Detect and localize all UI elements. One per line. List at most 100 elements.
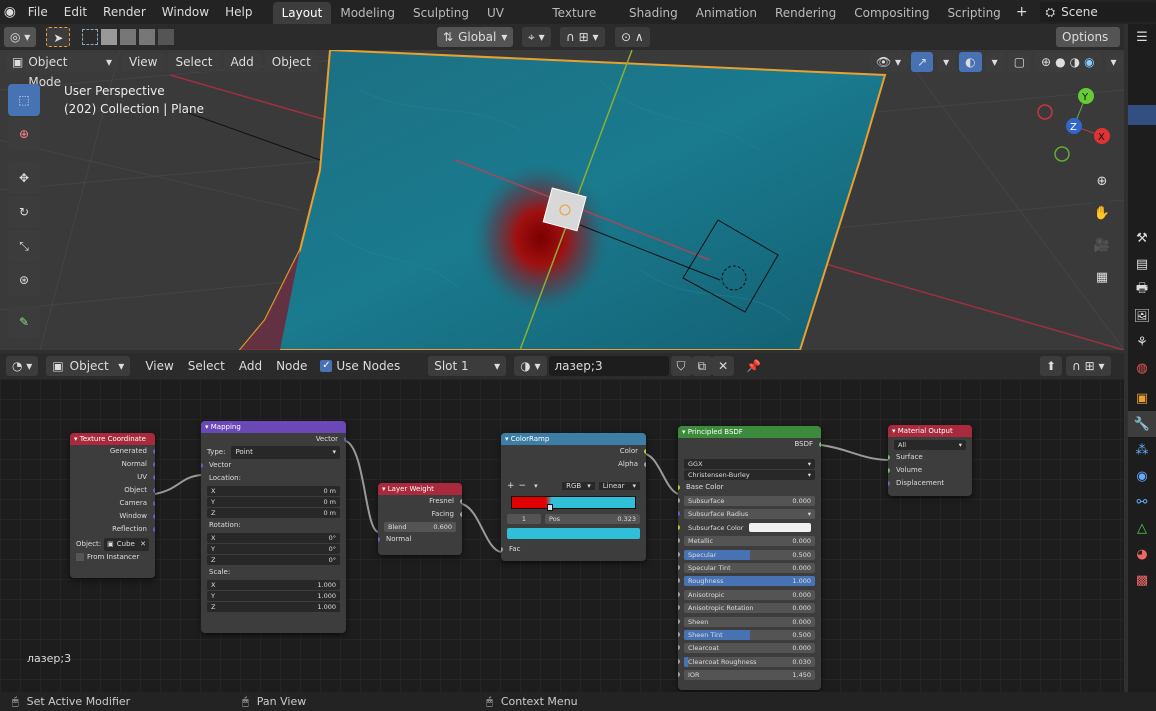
fake-user-icon[interactable]: ⛉ [670,356,692,376]
bsdf-field[interactable]: Anisotropic Rotation 0.000 [684,603,815,614]
render-props-icon[interactable]: ▤ [1128,251,1156,277]
rotate-tool-icon[interactable]: ↻ [8,196,40,228]
node-menu-add[interactable]: Add [232,356,269,376]
editor-type-icon[interactable]: ◎ ▾ [4,27,37,47]
viewport-menu-view[interactable]: View [122,52,165,72]
node-texture-coordinate[interactable]: ▾ Texture Coordinate Generated Normal UV… [70,433,155,578]
tab-sculpting[interactable]: Sculpting [404,2,478,24]
constraints-props-icon[interactable]: ⚯ [1128,489,1156,515]
scene-selector[interactable]: ⛭ Scene [1039,2,1156,22]
node-layer-weight[interactable]: ▾ Layer Weight Fresnel Facing Blend 0.600… [378,483,462,555]
bsdf-field[interactable]: Specular Tint 0.000 [684,562,815,573]
overlay-toggle-icon[interactable]: ◐ [959,52,982,72]
overlay-dropdown-icon[interactable]: ▾ [985,52,1004,72]
annotate-tool-icon[interactable]: ✎ [8,306,40,338]
scene-props-icon[interactable]: ⚘ [1128,329,1156,355]
interpolation-dropdown[interactable]: Linear ▾ [598,482,640,490]
node-editor-type-icon[interactable]: ◔ ▾ [6,356,39,376]
distribution-dropdown[interactable]: GGX ▾ [684,459,815,469]
unlink-material-icon[interactable]: ✕ [712,356,735,376]
pin-icon[interactable]: 📌 [746,359,761,373]
3d-viewport[interactable]: User Perspective (202) Collection | Plan… [0,50,1124,350]
bsdf-field[interactable]: Metallic 0.000 [684,536,815,547]
rotation-x-field[interactable]: X 0° [207,533,340,543]
node-colorramp[interactable]: ▾ ColorRamp Color Alpha + − ▾ RGB ▾ Linea… [501,433,646,561]
stop-pos-field[interactable]: Pos 0.323 [545,514,640,524]
type-row[interactable]: Type: Point ▾ [201,446,346,459]
shading-dropdown-icon[interactable]: ▾ [1104,52,1123,72]
rotation-z-field[interactable]: Z 0° [207,555,340,565]
menu-render[interactable]: Render [95,0,154,24]
bsdf-field[interactable]: Roughness 1.000 [684,576,815,587]
bsdf-field[interactable]: IOR 1.450 [684,670,815,681]
node-mapping[interactable]: ▾ Mapping Vector Type: Point ▾ Vector Loca… [201,421,346,633]
from-instancer-checkbox[interactable]: From Instancer [70,551,155,564]
add-stop-button[interactable]: + [507,481,515,491]
location-z-field[interactable]: Z0 m [207,508,340,518]
view-layer-icon[interactable]: 🖼 [1128,303,1156,329]
tab-animation[interactable]: Animation [687,2,766,24]
scale-x-field[interactable]: X 1.000 [207,580,340,590]
tab-texture-paint[interactable]: Texture Paint [543,2,620,42]
parent-node-icon[interactable]: ⬆ [1040,356,1063,376]
object-mode-dropdown[interactable]: ▣ Object Mode ▾ [6,52,118,89]
node-material-output[interactable]: ▾ Material Output All ▾ Surface Volume Di… [888,425,972,496]
ortho-grid-icon[interactable]: ▦ [1088,264,1116,290]
blend-field[interactable]: Blend 0.600 [384,522,456,532]
bsdf-field[interactable]: Clearcoat 0.000 [684,643,815,654]
scale-y-field[interactable]: Y 1.000 [207,591,340,601]
options-dropdown[interactable]: Options [1056,27,1120,47]
outliner-selection[interactable] [1128,105,1156,125]
subsurface-method-dropdown[interactable]: Christensen-Burley ▾ [684,470,815,480]
output-props-icon[interactable]: 🖶 [1128,277,1156,303]
tab-rendering[interactable]: Rendering [766,2,845,24]
object-field-row[interactable]: Object: ▣ Cube ✕ [70,538,155,551]
viewport-menu-object[interactable]: Object [264,52,318,72]
pivot-point[interactable]: ⌖ ▾ [522,27,551,47]
color-swatch[interactable] [749,522,811,532]
viewport-menu-select[interactable]: Select [168,52,220,72]
visibility-icon[interactable]: 👁 ▾ [870,52,908,72]
move-tool-icon[interactable]: ✥ [8,162,40,194]
physics-props-icon[interactable]: ◉ [1128,463,1156,489]
data-props-icon[interactable]: △ [1128,515,1156,541]
slot-dropdown[interactable]: Slot 1 ▾ [428,356,507,376]
scale-tool-icon[interactable]: ⤡ [8,230,40,262]
transform-tool-icon[interactable]: ⊛ [8,264,40,296]
node-menu-node[interactable]: Node [269,356,314,376]
tab-layout[interactable]: Layout [272,2,332,24]
use-nodes-checkbox[interactable]: ✓ Use Nodes [320,359,400,373]
xray-toggle-icon[interactable]: ▢ [1007,52,1032,72]
remove-stop-button[interactable]: − [519,481,527,491]
scale-z-field[interactable]: Z 1.000 [207,602,340,612]
tool-props-icon[interactable]: ⚒ [1128,225,1156,251]
world-props-icon[interactable]: ◍ [1128,355,1156,381]
node-menu-view[interactable]: View [138,356,180,376]
navigation-gizmo[interactable]: Y X Z [1030,86,1120,176]
tab-shading[interactable]: Shading [620,2,687,24]
gizmo-dropdown-icon[interactable]: ▾ [937,52,956,72]
menu-edit[interactable]: Edit [56,0,95,24]
proportional-edit[interactable]: ⊙ ∧ [615,27,650,47]
color-mode-dropdown[interactable]: RGB ▾ [562,482,595,490]
bsdf-field[interactable]: Subsurface 0.000 [684,496,815,506]
select-box-tool-icon[interactable]: ⬚ [8,84,40,116]
material-props-icon[interactable]: ◕ [1128,541,1156,567]
target-dropdown[interactable]: All ▾ [894,440,966,450]
location-y-field[interactable]: Y0 m [207,497,340,507]
object-props-icon[interactable]: ▣ [1128,385,1156,411]
snap-toggle[interactable]: ∩ ⊞ ▾ [560,27,605,47]
bsdf-field[interactable]: Clearcoat Roughness 0.030 [684,656,815,667]
gizmo-toggle-icon[interactable]: ↗ [911,52,934,72]
add-workspace-icon[interactable]: + [1010,4,1034,20]
menu-help[interactable]: Help [217,0,260,24]
tab-modeling[interactable]: Modeling [331,2,404,24]
ramp-menu-icon[interactable]: ▾ [534,482,538,490]
menu-window[interactable]: Window [154,0,217,24]
texture-props-icon[interactable]: ▩ [1128,567,1156,593]
particles-props-icon[interactable]: ⁂ [1128,437,1156,463]
stop-color-swatch[interactable] [507,528,640,539]
bsdf-field[interactable]: Subsurface Color [684,522,815,533]
bsdf-field[interactable]: Sheen 0.000 [684,616,815,627]
blender-logo-icon[interactable]: ◉ [0,4,20,20]
